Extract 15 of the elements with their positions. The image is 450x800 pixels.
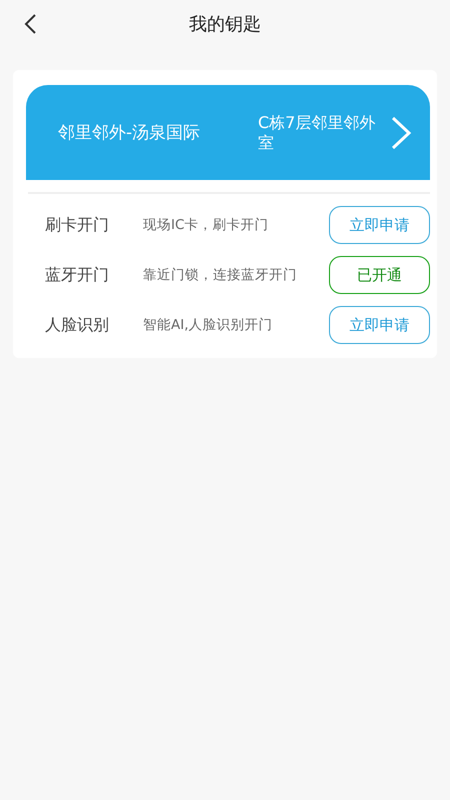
method-name: 刷卡开门	[44, 214, 110, 236]
method-description: 现场IC卡，刷卡开门	[143, 216, 270, 234]
method-description: 靠近门锁，连接蓝牙开门	[143, 266, 298, 284]
method-name: 人脸识别	[44, 314, 110, 336]
back-icon[interactable]	[23, 13, 37, 35]
apply-button[interactable]: 立即申请	[329, 206, 430, 244]
apply-button[interactable]: 立即申请	[329, 306, 430, 344]
key-banner[interactable]: 邻里邻外-汤泉国际 C栋7层邻里邻外室	[26, 85, 430, 180]
room-name: C栋7层邻里邻外室	[258, 113, 376, 152]
chevron-right-icon	[390, 116, 412, 150]
status-button[interactable]: 已开通	[329, 256, 430, 294]
method-description: 智能AI,人脸识别开门	[143, 316, 274, 334]
method-name: 蓝牙开门	[44, 264, 110, 286]
page-title: 我的钥匙	[189, 13, 261, 36]
community-name: 邻里邻外-汤泉国际	[58, 122, 202, 144]
